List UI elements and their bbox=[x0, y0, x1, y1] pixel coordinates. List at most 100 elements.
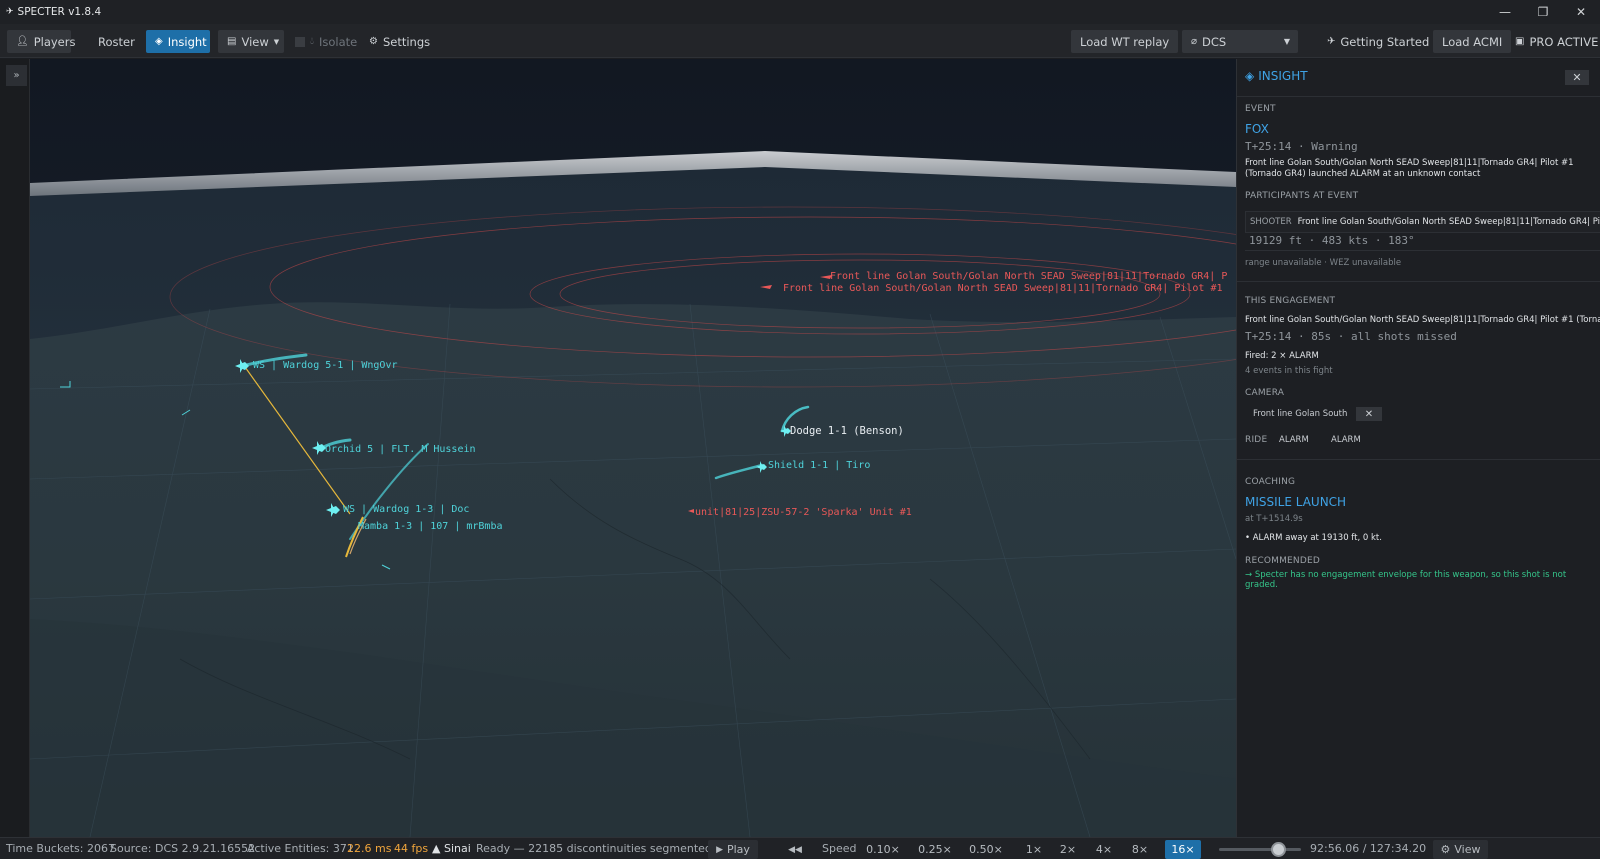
friendly-label-orchid5[interactable]: Orchid 5 | FLT. M Hussein bbox=[325, 444, 476, 455]
insight-label: Insight bbox=[167, 34, 207, 49]
play-button[interactable]: ▶ Play bbox=[708, 840, 758, 859]
sam-label[interactable]: unit|81|25|ZSU-57-2 'Sparka' Unit #1 bbox=[695, 507, 912, 518]
rewind-icon: ◀◀ bbox=[788, 844, 802, 855]
isolate-checkbox[interactable] bbox=[295, 36, 305, 47]
roster-label: Roster bbox=[98, 34, 135, 49]
play-icon: ▶ bbox=[716, 844, 723, 855]
scene-canvas[interactable] bbox=[30, 59, 1236, 837]
speed-option[interactable]: 16× bbox=[1165, 840, 1201, 859]
chevron-double-right-icon: » bbox=[13, 70, 20, 81]
speed-option[interactable]: 2× bbox=[1057, 840, 1079, 859]
ready-status: Ready — 22185 discontinuities segmented bbox=[476, 842, 712, 855]
minimize-icon[interactable]: — bbox=[1486, 0, 1524, 24]
close-insight-button[interactable]: ✕ bbox=[1565, 70, 1589, 85]
friendly-label-wardog51[interactable]: WS | Wardog 5-1 | WngOvr bbox=[253, 360, 398, 371]
isolate-toggle[interactable]: 💧︎ Isolate bbox=[286, 30, 366, 53]
insight-panel: ◈ INSIGHT ✕ EVENT FOX T+25:14 · Warning … bbox=[1236, 59, 1600, 837]
range-note: range unavailable · WEZ unavailable bbox=[1245, 258, 1402, 268]
divider bbox=[1245, 250, 1600, 251]
timeline-slider-knob[interactable] bbox=[1271, 842, 1287, 857]
active-entities: Active Entities: 371 bbox=[247, 842, 354, 855]
app-title-text: SPECTER v1.8.4 bbox=[17, 6, 102, 18]
speed-option[interactable]: 0.10× bbox=[863, 840, 903, 859]
maximize-icon[interactable]: ❐ bbox=[1524, 0, 1562, 24]
ride-option-1[interactable]: ALARM bbox=[1279, 435, 1309, 445]
players-button[interactable]: 👤︎ Players bbox=[7, 30, 75, 53]
map-label: Sinai bbox=[443, 842, 471, 855]
clear-camera-button[interactable]: ✕ bbox=[1356, 407, 1382, 421]
status-bar: Time Buckets: 2067 Source: DCS 2.9.21.16… bbox=[0, 837, 1600, 859]
ride-label: RIDE bbox=[1245, 435, 1268, 445]
step-back-button[interactable]: ◀◀ bbox=[783, 840, 807, 859]
close-icon[interactable]: ✕ bbox=[1562, 0, 1600, 24]
speed-option[interactable]: 0.50× bbox=[965, 840, 1007, 859]
friendly-label-dodge11[interactable]: Dodge 1-1 (Benson) bbox=[790, 425, 904, 437]
roster-button[interactable]: Roster bbox=[89, 30, 144, 53]
engagement-name: Front line Golan South/Golan North SEAD … bbox=[1245, 315, 1600, 325]
getting-started-button[interactable]: ✈ Getting Started bbox=[1318, 30, 1438, 53]
drop-icon: 💧︎ bbox=[310, 36, 314, 47]
shooter-row[interactable]: SHOOTER Front line Golan South/Golan Nor… bbox=[1245, 211, 1600, 233]
speed-option[interactable]: 0.25× bbox=[914, 840, 956, 859]
view-dropdown[interactable]: ▤ View ▼ bbox=[218, 30, 284, 53]
event-description: Front line Golan South/Golan North SEAD … bbox=[1245, 158, 1574, 179]
divider bbox=[1237, 96, 1600, 97]
load-acmi-button[interactable]: Load ACMI bbox=[1433, 30, 1512, 53]
shooter-key: SHOOTER bbox=[1250, 217, 1292, 227]
camera-target[interactable]: Front line Golan South bbox=[1253, 409, 1347, 419]
settings-button[interactable]: ⚙ Settings bbox=[360, 30, 439, 53]
timeline-time: 92:56.06 / 127:34.20 bbox=[1310, 842, 1427, 855]
insight-button[interactable]: ◈ Insight bbox=[146, 30, 210, 53]
event-time: T+25:14 · Warning bbox=[1245, 140, 1358, 153]
left-rail: » bbox=[0, 59, 30, 837]
view-label: View bbox=[1454, 843, 1481, 856]
app-window: ✈ SPECTER v1.8.4 — ❐ ✕ 👤︎ Players Roster… bbox=[0, 0, 1600, 859]
shooter-stats: 19129 ft · 483 kts · 183° bbox=[1249, 234, 1415, 247]
person-icon: 👤︎ bbox=[16, 36, 29, 47]
fired-count: Fired: 2 × ALARM bbox=[1245, 351, 1319, 361]
speed-label: Speed bbox=[822, 842, 857, 855]
camera-section-label: CAMERA bbox=[1245, 388, 1285, 398]
view-button[interactable]: ⚙ View bbox=[1433, 840, 1488, 859]
friendly-label-wardog13[interactable]: WS | Wardog 1-3 | Doc bbox=[343, 504, 469, 515]
time-buckets: Time Buckets: 2067 bbox=[6, 842, 115, 855]
pro-active-badge[interactable]: ▣ PRO ACTIVE bbox=[1511, 30, 1600, 53]
insight-header: ◈ INSIGHT bbox=[1245, 69, 1308, 83]
shooter-value: Front line Golan South/Golan North SEAD … bbox=[1297, 217, 1600, 227]
frame-time: 22.6 ms bbox=[347, 842, 392, 855]
settings-label: Settings bbox=[382, 34, 431, 49]
source-version: Source: DCS 2.9.21.16552 bbox=[110, 842, 256, 855]
coaching-title: MISSILE LAUNCH bbox=[1245, 495, 1347, 509]
engagement-section-label: THIS ENGAGEMENT bbox=[1245, 296, 1336, 306]
plug-icon: ⌀ bbox=[1191, 36, 1198, 47]
view-icon: ▤ bbox=[227, 36, 237, 47]
event-section-label: EVENT bbox=[1245, 104, 1276, 114]
players-label: Players bbox=[33, 34, 76, 49]
close-icon: ✕ bbox=[1572, 71, 1582, 84]
expand-sidebar-button[interactable]: » bbox=[6, 65, 27, 86]
license-icon: ▣ bbox=[1515, 36, 1525, 47]
speed-option[interactable]: 4× bbox=[1093, 840, 1115, 859]
speed-option[interactable]: 1× bbox=[1023, 840, 1045, 859]
friendly-label-shield11[interactable]: Shield 1-1 | Tiro bbox=[768, 460, 870, 471]
coaching-bullet: • ALARM away at 19130 ft, 0 kt. bbox=[1245, 533, 1382, 543]
gear-icon: ⚙ bbox=[369, 36, 378, 47]
load-wt-replay-label: Load WT replay bbox=[1080, 34, 1170, 49]
main-toolbar: 👤︎ Players Roster ◈ Insight ▤ View ▼ 💧︎ … bbox=[0, 24, 1600, 58]
event-name[interactable]: FOX bbox=[1245, 122, 1269, 136]
ride-option-2[interactable]: ALARM bbox=[1331, 435, 1361, 445]
timeline-slider[interactable] bbox=[1219, 848, 1301, 851]
hostile-label-1[interactable]: Front line Golan South/Golan North SEAD … bbox=[830, 271, 1227, 282]
coaching-time: at T+1514.9s bbox=[1245, 514, 1303, 524]
friendly-label-mamba13[interactable]: Mamba 1-3 | 107 | mrBmba bbox=[358, 521, 503, 532]
divider bbox=[1237, 281, 1600, 282]
engagement-time: T+25:14 · 85s · all shots missed bbox=[1245, 330, 1457, 343]
load-wt-replay-button[interactable]: Load WT replay bbox=[1071, 30, 1179, 53]
getting-started-label: Getting Started bbox=[1340, 34, 1430, 49]
speed-option[interactable]: 8× bbox=[1129, 840, 1151, 859]
hostile-label-2[interactable]: Front line Golan South/Golan North SEAD … bbox=[783, 283, 1223, 294]
divider bbox=[1237, 459, 1600, 460]
source-select[interactable]: ⌀ DCS ▼ bbox=[1182, 30, 1298, 53]
caret-down-icon: ▼ bbox=[273, 37, 280, 46]
tactical-viewport[interactable]: Front line Golan South/Golan North SEAD … bbox=[30, 59, 1236, 837]
